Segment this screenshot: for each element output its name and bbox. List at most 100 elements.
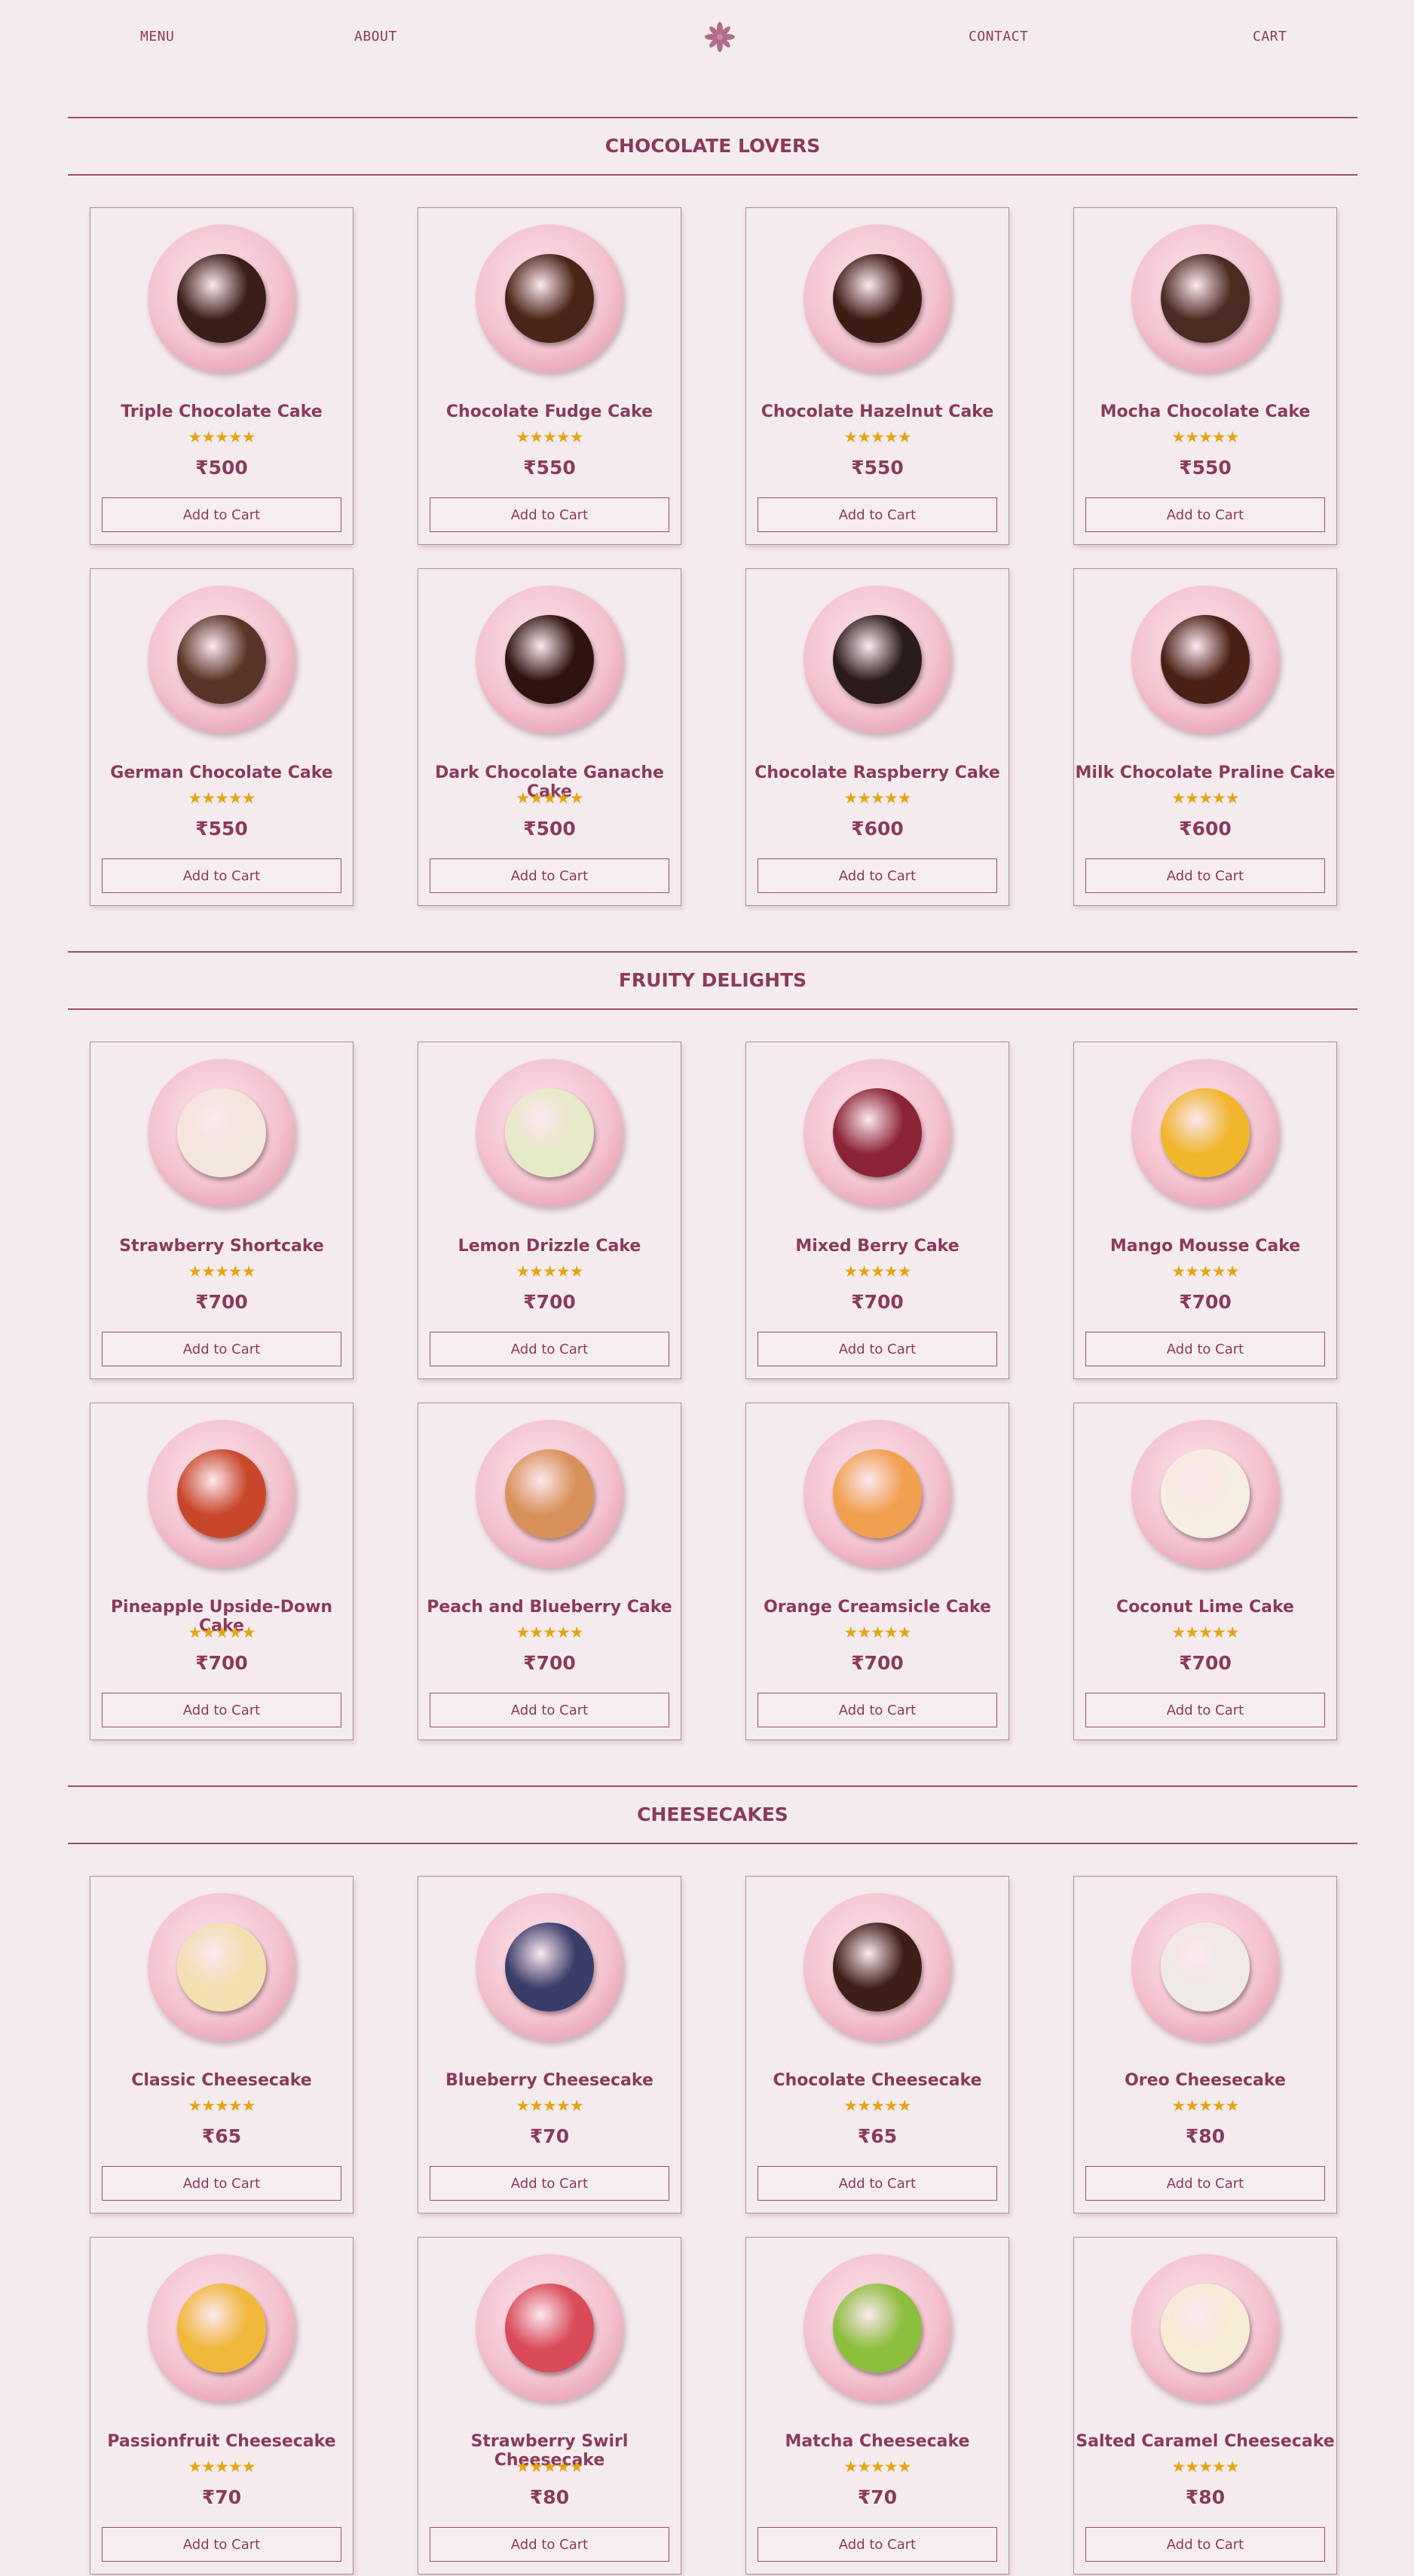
add-to-cart-button[interactable]: Add to Cart xyxy=(758,1332,997,1366)
add-to-cart-button[interactable]: Add to Cart xyxy=(102,2527,341,2562)
add-to-cart-button[interactable]: Add to Cart xyxy=(758,2166,997,2201)
product-price: ₹70 xyxy=(857,2486,898,2508)
product-card[interactable]: Lemon Drizzle Cake ★★★★★ ₹700 Add to Cart xyxy=(418,1042,681,1379)
product-card[interactable]: Oreo Cheesecake ★★★★★ ₹80 Add to Cart xyxy=(1073,1876,1337,2213)
nav-menu-link[interactable]: MENU xyxy=(140,29,174,44)
cake-image[interactable] xyxy=(803,2254,951,2402)
cake-image[interactable] xyxy=(148,1059,295,1207)
cake-illustration xyxy=(177,1449,266,1538)
product-name: Coconut Lime Cake xyxy=(1116,1598,1294,1617)
cake-illustration xyxy=(1161,1923,1250,2012)
product-card[interactable]: Strawberry Shortcake ★★★★★ ₹700 Add to Cart xyxy=(90,1042,354,1379)
product-card[interactable]: Dark Chocolate Ganache Cake ★★★★★ ₹500 Add … xyxy=(418,568,681,906)
product-price: ₹700 xyxy=(523,1652,576,1674)
product-card[interactable]: Chocolate Raspberry Cake ★★★★★ ₹600 Add to … xyxy=(745,568,1009,906)
cake-image[interactable] xyxy=(1131,2254,1279,2402)
product-price: ₹500 xyxy=(195,457,248,479)
add-to-cart-button[interactable]: Add to Cart xyxy=(430,497,669,532)
add-to-cart-button[interactable]: Add to Cart xyxy=(102,858,341,893)
product-card[interactable]: Mango Mousse Cake ★★★★★ ₹700 Add to Cart xyxy=(1073,1042,1337,1379)
cake-image[interactable] xyxy=(476,2254,623,2402)
product-name: Lemon Drizzle Cake xyxy=(458,1237,641,1256)
cake-image[interactable] xyxy=(476,1420,623,1568)
logo-icon[interactable] xyxy=(704,21,736,53)
product-name: Strawberry Shortcake xyxy=(119,1237,324,1256)
add-to-cart-button[interactable]: Add to Cart xyxy=(1085,2527,1325,2562)
product-card[interactable]: Mixed Berry Cake ★★★★★ ₹700 Add to Cart xyxy=(745,1042,1009,1379)
product-card[interactable]: Coconut Lime Cake ★★★★★ ₹700 Add to Cart xyxy=(1073,1403,1337,1740)
add-to-cart-button[interactable]: Add to Cart xyxy=(102,497,341,532)
cake-image[interactable] xyxy=(803,1420,951,1568)
cake-image[interactable] xyxy=(148,1893,295,2041)
product-card[interactable]: Strawberry Swirl Cheesecake ★★★★★ ₹80 Add t… xyxy=(418,2237,681,2574)
add-to-cart-button[interactable]: Add to Cart xyxy=(430,2166,669,2201)
cake-image[interactable] xyxy=(476,225,623,372)
cake-image[interactable] xyxy=(803,225,951,372)
add-to-cart-button[interactable]: Add to Cart xyxy=(430,858,669,893)
product-price: ₹70 xyxy=(529,2125,570,2147)
product-card[interactable]: Blueberry Cheesecake ★★★★★ ₹70 Add to Cart xyxy=(418,1876,681,2213)
cake-image[interactable] xyxy=(1131,1420,1279,1568)
product-card[interactable]: Passionfruit Cheesecake ★★★★★ ₹70 Add to Ca… xyxy=(90,2237,354,2574)
nav-about-link[interactable]: ABOUT xyxy=(354,29,397,44)
section-cheesecakes: CHEESECAKES Classic Cheesecake ★★★★★ ₹65 Add… xyxy=(68,1785,1357,2576)
product-card[interactable]: Chocolate Fudge Cake ★★★★★ ₹550 Add to Cart xyxy=(418,207,681,545)
add-to-cart-button[interactable]: Add to Cart xyxy=(102,2166,341,2201)
cake-image[interactable] xyxy=(148,2254,295,2402)
cake-image[interactable] xyxy=(148,586,295,733)
product-card[interactable]: Matcha Cheesecake ★★★★★ ₹70 Add to Cart xyxy=(745,2237,1009,2574)
product-card[interactable]: Triple Chocolate Cake ★★★★★ ₹500 Add to Car… xyxy=(90,207,354,545)
cake-image[interactable] xyxy=(476,1893,623,2041)
product-card[interactable]: Chocolate Cheesecake ★★★★★ ₹65 Add to Cart xyxy=(745,1876,1009,2213)
add-to-cart-button[interactable]: Add to Cart xyxy=(430,1693,669,1727)
product-price: ₹700 xyxy=(523,1291,576,1313)
cake-image[interactable] xyxy=(1131,1059,1279,1207)
product-price: ₹70 xyxy=(201,2486,242,2508)
cake-illustration xyxy=(505,615,594,704)
product-name: Matcha Cheesecake xyxy=(785,2432,970,2451)
cake-image[interactable] xyxy=(1131,1893,1279,2041)
cake-image[interactable] xyxy=(148,1420,295,1568)
product-card[interactable]: Salted Caramel Cheesecake ★★★★★ ₹80 Add to … xyxy=(1073,2237,1337,2574)
add-to-cart-button[interactable]: Add to Cart xyxy=(102,1332,341,1366)
cake-image[interactable] xyxy=(1131,586,1279,733)
product-card[interactable]: Chocolate Hazelnut Cake ★★★★★ ₹550 Add to C… xyxy=(745,207,1009,545)
add-to-cart-button[interactable]: Add to Cart xyxy=(758,2527,997,2562)
rating-stars-icon: ★★★★★ xyxy=(1171,428,1239,446)
cake-image[interactable] xyxy=(476,1059,623,1207)
cake-image[interactable] xyxy=(803,1893,951,2041)
cake-image[interactable] xyxy=(148,225,295,372)
rating-stars-icon: ★★★★★ xyxy=(1171,1623,1239,1641)
cake-image[interactable] xyxy=(476,586,623,733)
add-to-cart-button[interactable]: Add to Cart xyxy=(1085,1693,1325,1727)
product-card[interactable]: Peach and Blueberry Cake ★★★★★ ₹700 Add to … xyxy=(418,1403,681,1740)
cake-image[interactable] xyxy=(803,1059,951,1207)
product-name: Blueberry Cheesecake xyxy=(445,2071,653,2090)
add-to-cart-button[interactable]: Add to Cart xyxy=(102,1693,341,1727)
product-card[interactable]: Classic Cheesecake ★★★★★ ₹65 Add to Cart xyxy=(90,1876,354,2213)
add-to-cart-button[interactable]: Add to Cart xyxy=(758,497,997,532)
cake-image[interactable] xyxy=(803,586,951,733)
product-card[interactable]: Milk Chocolate Praline Cake ★★★★★ ₹600 Add … xyxy=(1073,568,1337,906)
section-chocolate-lovers: CHOCOLATE LOVERS Triple Chocolate Cake ★★★… xyxy=(68,117,1357,916)
add-to-cart-button[interactable]: Add to Cart xyxy=(758,1693,997,1727)
nav-contact-link[interactable]: CONTACT xyxy=(969,29,1028,44)
nav-cart-link[interactable]: CART xyxy=(1253,29,1287,44)
product-card[interactable]: Orange Creamsicle Cake ★★★★★ ₹700 Add to Ca… xyxy=(745,1403,1009,1740)
add-to-cart-button[interactable]: Add to Cart xyxy=(1085,497,1325,532)
section-divider-bottom xyxy=(68,1843,1357,1844)
cake-illustration xyxy=(1161,1088,1250,1177)
product-card[interactable]: German Chocolate Cake ★★★★★ ₹550 Add to Car… xyxy=(90,568,354,906)
add-to-cart-button[interactable]: Add to Cart xyxy=(430,1332,669,1366)
add-to-cart-button[interactable]: Add to Cart xyxy=(758,858,997,893)
product-card[interactable]: Mocha Chocolate Cake ★★★★★ ₹550 Add to Cart xyxy=(1073,207,1337,545)
cake-image[interactable] xyxy=(1131,225,1279,372)
product-card[interactable]: Pineapple Upside-Down Cake ★★★★★ ₹700 Add t… xyxy=(90,1403,354,1740)
product-price: ₹550 xyxy=(523,457,576,479)
cake-illustration xyxy=(505,1088,594,1177)
add-to-cart-button[interactable]: Add to Cart xyxy=(1085,2166,1325,2201)
add-to-cart-button[interactable]: Add to Cart xyxy=(1085,858,1325,893)
product-name: Chocolate Cheesecake xyxy=(773,2071,982,2090)
add-to-cart-button[interactable]: Add to Cart xyxy=(430,2527,669,2562)
add-to-cart-button[interactable]: Add to Cart xyxy=(1085,1332,1325,1366)
